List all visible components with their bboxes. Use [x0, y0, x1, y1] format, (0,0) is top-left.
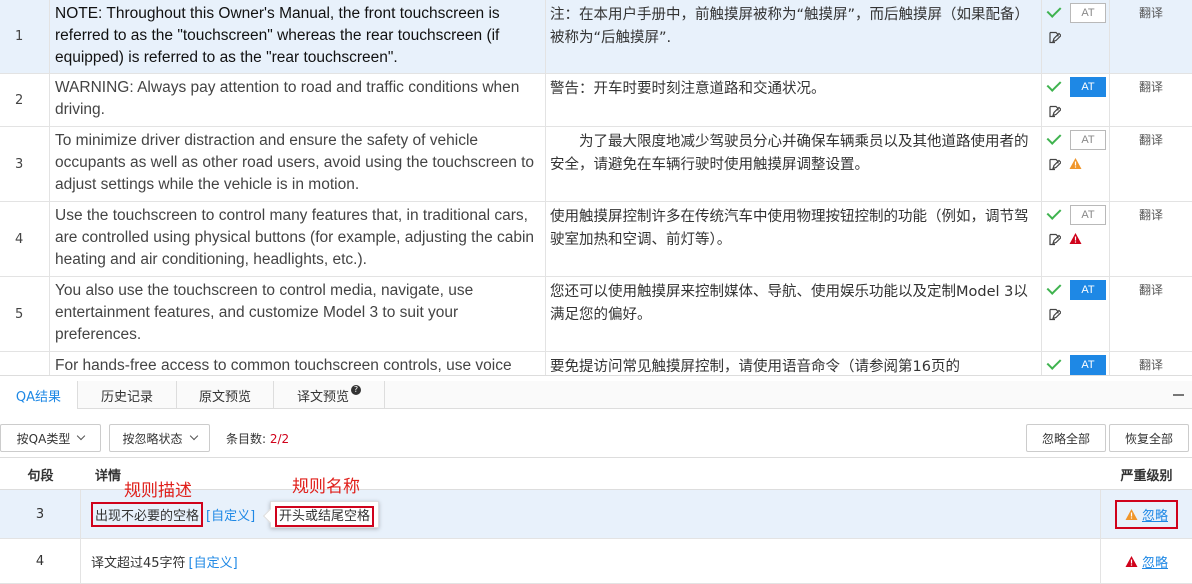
edit-icon[interactable] — [1048, 233, 1061, 246]
confirmed-check-icon[interactable] — [1048, 5, 1062, 17]
target-text[interactable]: 为了最大限度地减少驾驶员分心并确保车辆乘员以及其他道路使用者的安全，请避免在车辆… — [546, 127, 1042, 201]
status-cell: AT — [1042, 352, 1110, 375]
qa-segment-number: 4 — [0, 539, 81, 583]
chevron-down-icon — [189, 431, 198, 441]
qa-row[interactable]: 4 译文超过45字符 [自定义] 忽略 — [0, 539, 1192, 584]
translate-button[interactable]: 翻译 — [1110, 352, 1192, 375]
ignore-all-button[interactable]: 忽略全部 — [1026, 424, 1106, 452]
entry-count: 条目数: 2/2 — [226, 430, 289, 447]
segment-number: 6 — [0, 352, 50, 375]
column-header-severity: 严重级别 — [1120, 468, 1173, 484]
at-button[interactable]: AT — [1070, 130, 1106, 150]
confirmed-check-icon[interactable] — [1048, 79, 1062, 91]
panel-tabs: QA结果 历史记录 原文预览 译文预览? — [0, 381, 1192, 409]
custom-rule-link[interactable]: [自定义] — [206, 505, 255, 524]
translate-button[interactable]: 翻译 — [1110, 277, 1192, 351]
qa-severity-cell: 忽略 — [1101, 539, 1192, 583]
dropdown-label: 按QA类型 — [16, 431, 71, 446]
segment-row-1[interactable]: 1 NOTE: Throughout this Owner's Manual, … — [0, 0, 1192, 74]
edit-icon[interactable] — [1048, 31, 1061, 44]
warning-icon — [1125, 508, 1138, 520]
error-icon[interactable] — [1069, 232, 1082, 245]
rule-name: 开头或结尾空格 — [275, 506, 375, 527]
qa-detail-cell: 译文超过45字符 [自定义] — [81, 539, 1101, 583]
annotation-rule-name: 规则名称 — [292, 477, 360, 497]
confirmed-check-icon[interactable] — [1048, 207, 1062, 219]
segment-table: 1 NOTE: Throughout this Owner's Manual, … — [0, 0, 1192, 376]
tab-history[interactable]: 历史记录 — [78, 381, 177, 409]
status-cell: AT — [1042, 0, 1110, 73]
dropdown-label: 按忽略状态 — [122, 431, 183, 446]
error-icon — [1125, 555, 1138, 567]
qa-segment-number: 3 — [0, 490, 81, 538]
ignore-control: 忽略 — [1114, 499, 1178, 529]
filter-qa-type-dropdown[interactable]: 按QA类型 — [0, 424, 101, 452]
column-header-detail: 详情 — [95, 468, 122, 484]
status-cell: AT — [1042, 127, 1110, 201]
restore-all-button[interactable]: 恢复全部 — [1109, 424, 1189, 452]
qa-severity-cell: 忽略 — [1101, 490, 1192, 538]
translate-button[interactable]: 翻译 — [1110, 74, 1192, 126]
segment-row-4[interactable]: 4 Use the touchscreen to control many fe… — [0, 202, 1192, 277]
help-icon[interactable]: ? — [351, 385, 361, 395]
translate-button[interactable]: 翻译 — [1110, 202, 1192, 276]
segment-row-2[interactable]: 2 WARNING: Always pay attention to road … — [0, 74, 1192, 127]
edit-icon[interactable] — [1048, 308, 1061, 321]
at-button[interactable]: AT — [1070, 355, 1106, 375]
warning-icon[interactable] — [1069, 157, 1082, 170]
chevron-down-icon — [77, 431, 86, 441]
minimize-icon[interactable] — [1173, 394, 1184, 396]
segment-number: 5 — [0, 277, 50, 351]
segment-number: 2 — [0, 74, 50, 126]
column-header-segment: 句段 — [27, 468, 54, 484]
entry-count-label: 条目数: — [226, 432, 267, 446]
target-text[interactable]: 警告：开车时要时刻注意道路和交通状况。 — [546, 74, 1042, 126]
source-text[interactable]: NOTE: Throughout this Owner's Manual, th… — [50, 0, 546, 73]
target-text[interactable]: 您还可以使用触摸屏来控制媒体、导航、使用娱乐功能以及定制Model 3以满足您的… — [546, 277, 1042, 351]
confirmed-check-icon[interactable] — [1048, 357, 1062, 369]
segment-number: 1 — [0, 0, 50, 73]
tab-target-preview[interactable]: 译文预览? — [274, 381, 385, 409]
rule-description: 译文超过45字符 — [91, 555, 186, 571]
annotation-rule-description: 规则描述 — [124, 481, 192, 501]
translate-button[interactable]: 翻译 — [1110, 0, 1192, 73]
ignore-link[interactable]: 忽略 — [1142, 552, 1168, 571]
target-text[interactable]: 要免提访问常见触摸屏控制，请使用语音命令（请参阅第16页的 — [546, 352, 1042, 375]
edit-icon[interactable] — [1048, 105, 1061, 118]
source-text[interactable]: To minimize driver distraction and ensur… — [50, 127, 546, 201]
at-button[interactable]: AT — [1070, 280, 1106, 300]
rule-description: 出现不必要的空格 — [91, 501, 204, 527]
translate-button[interactable]: 翻译 — [1110, 127, 1192, 201]
at-button[interactable]: AT — [1070, 77, 1106, 97]
segment-row-5[interactable]: 5 You also use the touchscreen to contro… — [0, 277, 1192, 352]
at-button[interactable]: AT — [1070, 205, 1106, 225]
at-button[interactable]: AT — [1070, 3, 1106, 23]
target-text[interactable]: 使用触摸屏控制许多在传统汽车中使用物理按钮控制的功能（例如，调节驾驶室加热和空调… — [546, 202, 1042, 276]
tab-qa-results[interactable]: QA结果 — [0, 381, 78, 409]
source-text[interactable]: Use the touchscreen to control many feat… — [50, 202, 546, 276]
status-cell: AT — [1042, 202, 1110, 276]
segment-row-3[interactable]: 3 To minimize driver distraction and ens… — [0, 127, 1192, 202]
ignore-link[interactable]: 忽略 — [1142, 505, 1168, 524]
filter-ignore-status-dropdown[interactable]: 按忽略状态 — [109, 424, 210, 452]
confirmed-check-icon[interactable] — [1048, 132, 1062, 144]
segment-row-6[interactable]: 6 For hands-free access to common touchs… — [0, 352, 1192, 375]
segment-number: 4 — [0, 202, 50, 276]
confirmed-check-icon[interactable] — [1048, 282, 1062, 294]
source-text[interactable]: For hands-free access to common touchscr… — [50, 352, 546, 375]
status-cell: AT — [1042, 277, 1110, 351]
edit-icon[interactable] — [1048, 158, 1061, 171]
rule-name-tooltip: 开头或结尾空格 — [262, 501, 380, 528]
source-text[interactable]: You also use the touchscreen to control … — [50, 277, 546, 351]
source-text[interactable]: WARNING: Always pay attention to road an… — [50, 74, 546, 126]
entry-count-value: 2/2 — [269, 432, 290, 446]
tab-source-preview[interactable]: 原文预览 — [177, 381, 274, 409]
custom-rule-link[interactable]: [自定义] — [189, 552, 238, 571]
tab-label: 译文预览 — [296, 389, 349, 405]
qa-toolbar: 按QA类型 按忽略状态 条目数: 2/2 忽略全部 恢复全部 — [0, 409, 1192, 457]
segment-number: 3 — [0, 127, 50, 201]
target-text[interactable]: 注：在本用户手册中，前触摸屏被称为“触摸屏”，而后触摸屏（如果配备）被称为“后触… — [546, 0, 1042, 73]
status-cell: AT — [1042, 74, 1110, 126]
qa-detail-cell: 出现不必要的空格 [自定义] — [81, 490, 1101, 538]
